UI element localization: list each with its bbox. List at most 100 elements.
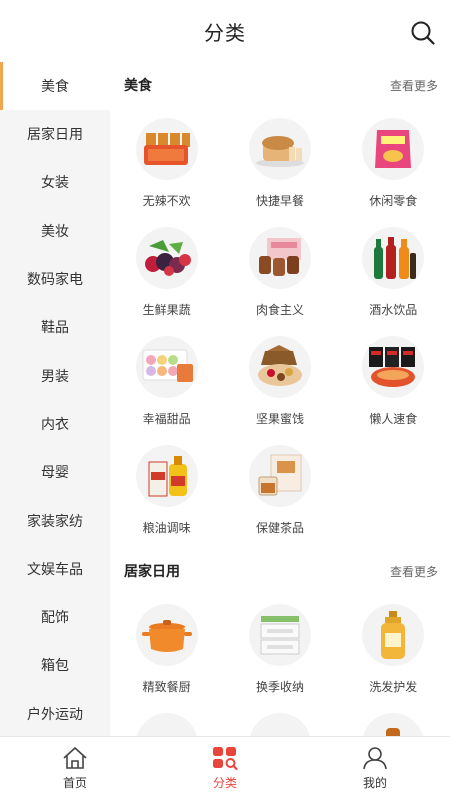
noodles-icon bbox=[362, 336, 425, 398]
sidebar-item-label: 户外运动 bbox=[27, 706, 83, 723]
category-icon bbox=[213, 747, 238, 770]
sidebar-item-shoes[interactable]: 鞋品 bbox=[0, 303, 110, 351]
subcategory-label: 无辣不欢 bbox=[142, 194, 191, 208]
tea-icon bbox=[248, 445, 311, 507]
subcategory-item[interactable] bbox=[337, 703, 450, 736]
subcategory-label: 换季收纳 bbox=[255, 680, 304, 694]
tab-profile[interactable]: 我的 bbox=[300, 737, 450, 800]
subcategory-item[interactable]: 懒人速食 bbox=[337, 326, 450, 435]
view-more-link[interactable]: 查看更多 bbox=[390, 77, 438, 94]
category-sidebar: 美食 居家日用 女装 美妆 数码家电 鞋品 男装 内衣 母婴 家装家纺 文娱车品… bbox=[0, 62, 110, 736]
subcategory-item[interactable]: 酒水饮品 bbox=[337, 217, 450, 326]
macaron-icon bbox=[135, 336, 198, 398]
sidebar-item-accessories[interactable]: 配饰 bbox=[0, 593, 110, 641]
subcategory-item[interactable] bbox=[110, 703, 223, 736]
storage-box-icon bbox=[248, 604, 311, 666]
sidebar-item-electronics[interactable]: 数码家电 bbox=[0, 255, 110, 303]
subcategory-label: 生鲜果蔬 bbox=[142, 303, 191, 317]
sidebar-item-label: 内衣 bbox=[41, 416, 69, 433]
home-icon bbox=[63, 747, 87, 769]
section-title: 居家日用 bbox=[124, 564, 180, 580]
subcategory-label: 休闲零食 bbox=[369, 194, 418, 208]
sidebar-item-outdoor[interactable]: 户外运动 bbox=[0, 690, 110, 736]
subcategory-item[interactable]: 洗发护发 bbox=[337, 594, 450, 703]
tab-label: 我的 bbox=[362, 776, 387, 790]
sidebar-item-womens-wear[interactable]: 女装 bbox=[0, 158, 110, 206]
sidebar-item-mens-wear[interactable]: 男装 bbox=[0, 351, 110, 399]
tab-home[interactable]: 首页 bbox=[0, 737, 150, 800]
sidebar-item-home-goods[interactable]: 居家日用 bbox=[0, 110, 110, 158]
bottom-tab-bar: 首页 分类 我的 bbox=[0, 736, 450, 800]
shampoo-icon bbox=[362, 604, 425, 666]
section-title: 美食 bbox=[124, 78, 152, 94]
view-more-link[interactable]: 查看更多 bbox=[390, 563, 438, 580]
item-icon bbox=[248, 713, 311, 736]
sidebar-item-home-textile[interactable]: 家装家纺 bbox=[0, 496, 110, 544]
sidebar-item-label: 美妆 bbox=[41, 223, 69, 240]
sidebar-item-label: 文娱车品 bbox=[27, 561, 83, 578]
subcategory-label: 酒水饮品 bbox=[369, 303, 418, 317]
berries-icon bbox=[135, 227, 198, 289]
subcategory-label: 坚果蜜饯 bbox=[255, 412, 304, 426]
category-content: 美食 查看更多 无辣不欢 快捷早餐 休闲零食 生鲜果蔬 肉食主义 酒水饮品 幸福… bbox=[110, 62, 450, 736]
bread-icon bbox=[248, 118, 311, 180]
subcategory-item[interactable]: 粮油调味 bbox=[110, 435, 223, 544]
sidebar-item-beauty[interactable]: 美妆 bbox=[0, 207, 110, 255]
subcategory-item[interactable]: 保健茶品 bbox=[223, 435, 336, 544]
subcategory-label: 保健茶品 bbox=[255, 521, 304, 535]
subcategory-item[interactable]: 生鲜果蔬 bbox=[110, 217, 223, 326]
subcategory-item[interactable] bbox=[223, 703, 336, 736]
tab-category[interactable]: 分类 bbox=[150, 737, 300, 800]
subcategory-label: 幸福甜品 bbox=[142, 412, 191, 426]
subcategory-item[interactable]: 休闲零食 bbox=[337, 108, 450, 217]
subcategory-grid: 精致餐厨 换季收纳 洗发护发 bbox=[110, 594, 450, 736]
section-header: 居家日用 查看更多 bbox=[110, 548, 450, 594]
search-icon[interactable] bbox=[410, 20, 436, 46]
subcategory-label: 懒人速食 bbox=[369, 412, 418, 426]
page-title: 分类 bbox=[204, 20, 246, 45]
sidebar-item-label: 箱包 bbox=[41, 658, 69, 675]
sidebar-item-label: 居家日用 bbox=[27, 127, 83, 144]
oil-rice-icon bbox=[135, 445, 198, 507]
sidebar-item-label: 家装家纺 bbox=[27, 513, 83, 530]
tab-label: 首页 bbox=[62, 776, 87, 790]
sidebar-item-label: 母婴 bbox=[41, 465, 69, 482]
subcategory-label: 洗发护发 bbox=[369, 680, 418, 694]
section-header: 美食 查看更多 bbox=[110, 62, 450, 108]
subcategory-item[interactable]: 快捷早餐 bbox=[223, 108, 336, 217]
item-icon bbox=[362, 713, 425, 736]
spicy-snack-icon bbox=[135, 118, 198, 180]
sidebar-item-label: 女装 bbox=[41, 175, 69, 192]
sidebar-item-underwear[interactable]: 内衣 bbox=[0, 400, 110, 448]
sidebar-item-entertainment-car[interactable]: 文娱车品 bbox=[0, 545, 110, 593]
sidebar-item-label: 鞋品 bbox=[41, 320, 69, 337]
subcategory-grid: 无辣不欢 快捷早餐 休闲零食 生鲜果蔬 肉食主义 酒水饮品 幸福甜品 坚果蜜饯 … bbox=[110, 108, 450, 544]
subcategory-item[interactable]: 精致餐厨 bbox=[110, 594, 223, 703]
sidebar-item-label: 配饰 bbox=[41, 610, 69, 627]
subcategory-label: 快捷早餐 bbox=[255, 194, 304, 208]
nuts-icon bbox=[248, 336, 311, 398]
sidebar-item-label: 男装 bbox=[41, 368, 69, 385]
subcategory-item[interactable]: 无辣不欢 bbox=[110, 108, 223, 217]
sidebar-item-label: 美食 bbox=[41, 79, 69, 95]
sidebar-item-label: 数码家电 bbox=[27, 272, 83, 289]
sidebar-item-baby[interactable]: 母婴 bbox=[0, 448, 110, 496]
drinks-icon bbox=[362, 227, 425, 289]
pot-icon bbox=[135, 604, 198, 666]
tab-label: 分类 bbox=[212, 776, 237, 790]
chips-icon bbox=[362, 118, 425, 180]
meat-icon bbox=[248, 227, 311, 289]
sidebar-item-bags[interactable]: 箱包 bbox=[0, 641, 110, 689]
item-icon bbox=[135, 713, 198, 736]
header-bar: 分类 bbox=[0, 0, 450, 62]
subcategory-label: 粮油调味 bbox=[142, 521, 191, 535]
subcategory-item[interactable]: 肉食主义 bbox=[223, 217, 336, 326]
subcategory-label: 精致餐厨 bbox=[142, 680, 191, 694]
sidebar-item-food[interactable]: 美食 bbox=[0, 62, 110, 110]
subcategory-item[interactable]: 幸福甜品 bbox=[110, 326, 223, 435]
subcategory-item[interactable]: 坚果蜜饯 bbox=[223, 326, 336, 435]
app-root: 分类 美食 居家日用 女装 美妆 数码家电 鞋品 男装 内衣 母婴 家装家纺 文… bbox=[0, 0, 450, 800]
profile-icon bbox=[363, 747, 387, 770]
subcategory-item[interactable]: 换季收纳 bbox=[223, 594, 336, 703]
subcategory-label: 肉食主义 bbox=[255, 303, 304, 317]
